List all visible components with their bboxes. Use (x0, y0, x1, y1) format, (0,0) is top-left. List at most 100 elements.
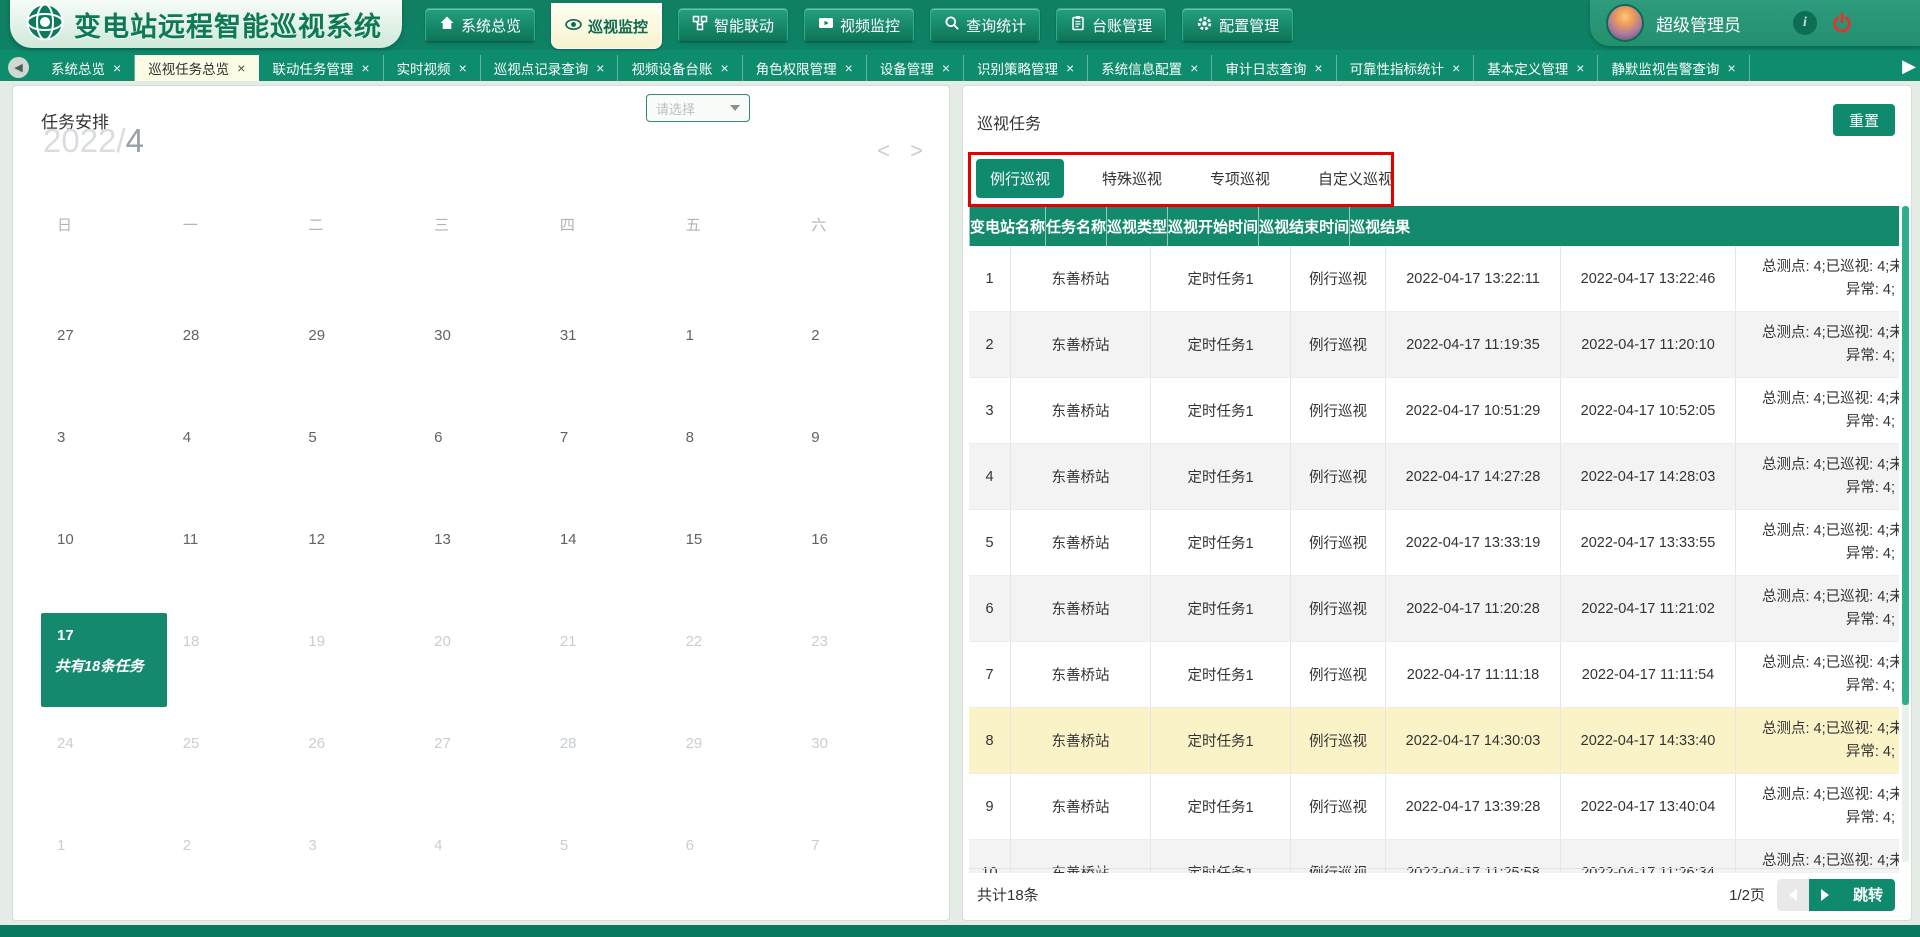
calendar-day-cell[interactable]: 28 (544, 715, 670, 809)
workspace-tab[interactable]: 系统总览 × (38, 55, 135, 81)
calendar-day-cell[interactable]: 30 (795, 715, 921, 809)
power-icon[interactable] (1829, 10, 1855, 36)
calendar-day-cell[interactable]: 24 (41, 715, 167, 809)
reset-button[interactable]: 重置 (1833, 104, 1895, 136)
calendar-day-cell[interactable]: 14 (544, 511, 670, 605)
table-row[interactable]: 4 东善桥站 定时任务1 例行巡视 2022-04-17 14:27:28 20… (969, 444, 1899, 510)
calendar-day-cell[interactable]: 19 (292, 613, 418, 707)
filter-tab[interactable]: 自定义巡视 (1308, 160, 1403, 197)
tabs-scroll-right-icon[interactable]: ▶ (1902, 56, 1916, 77)
station-select[interactable]: 请选择 (646, 94, 750, 122)
user-avatar[interactable] (1606, 4, 1644, 42)
workspace-tab[interactable]: 可靠性指标统计 × (1337, 55, 1475, 81)
workspace-tab[interactable]: 角色权限管理 × (743, 55, 867, 81)
table-row[interactable]: 6 东善桥站 定时任务1 例行巡视 2022-04-17 11:20:28 20… (969, 576, 1899, 642)
calendar-day-cell[interactable]: 5 (292, 409, 418, 503)
next-page-button[interactable] (1809, 879, 1841, 911)
calendar-day-cell[interactable]: 1 (41, 817, 167, 911)
table-row[interactable]: 2 东善桥站 定时任务1 例行巡视 2022-04-17 11:19:35 20… (969, 312, 1899, 378)
tabs-scroll-left-icon[interactable]: ◀ (8, 57, 29, 78)
calendar-day-cell[interactable]: 30 (418, 307, 544, 401)
jump-button[interactable]: 跳转 (1841, 879, 1895, 911)
nav-ledger-management[interactable]: 台账管理 (1056, 8, 1166, 42)
close-icon[interactable]: × (1727, 61, 1735, 75)
table-scrollbar-track[interactable] (1902, 206, 1909, 862)
close-icon[interactable]: × (361, 61, 369, 75)
nav-system-overview[interactable]: 系统总览 (425, 8, 535, 42)
close-icon[interactable]: × (1576, 61, 1584, 75)
workspace-tab[interactable]: 联动任务管理 × (259, 55, 383, 81)
close-icon[interactable]: × (1066, 61, 1074, 75)
table-scrollbar-thumb[interactable] (1902, 206, 1909, 705)
workspace-tab[interactable]: 巡视点记录查询 × (481, 55, 619, 81)
nav-inspection-monitor[interactable]: 巡视监控 (551, 3, 662, 49)
calendar-day-cell[interactable]: 29 (292, 307, 418, 401)
close-icon[interactable]: × (596, 61, 604, 75)
table-row[interactable]: 8 东善桥站 定时任务1 例行巡视 2022-04-17 14:30:03 20… (969, 708, 1899, 774)
next-month-icon[interactable]: > (910, 138, 923, 164)
close-icon[interactable]: × (113, 61, 121, 75)
calendar-day-cell[interactable]: 11 (167, 511, 293, 605)
nav-smart-linkage[interactable]: 智能联动 (678, 8, 788, 42)
table-row[interactable]: 9 东善桥站 定时任务1 例行巡视 2022-04-17 13:39:28 20… (969, 774, 1899, 840)
workspace-tab[interactable]: 识别策略管理 × (964, 55, 1088, 81)
close-icon[interactable]: × (845, 61, 853, 75)
workspace-tab[interactable]: 基本定义管理 × (1474, 55, 1598, 81)
filter-tab[interactable]: 特殊巡视 (1092, 160, 1172, 197)
calendar-day-cell[interactable]: 15 (670, 511, 796, 605)
close-icon[interactable]: × (1314, 61, 1322, 75)
nav-query-stats[interactable]: 查询统计 (930, 8, 1040, 42)
calendar-day-cell[interactable]: 4 (167, 409, 293, 503)
calendar-day-cell[interactable]: 23 (795, 613, 921, 707)
workspace-tab[interactable]: 设备管理 × (867, 55, 964, 81)
calendar-day-cell[interactable]: 16 (795, 511, 921, 605)
close-icon[interactable]: × (942, 61, 950, 75)
calendar-day-cell[interactable]: 7 (544, 409, 670, 503)
calendar-day-cell[interactable]: 27 (41, 307, 167, 401)
calendar-day-cell[interactable]: 17 共有18条任务 (41, 613, 167, 707)
calendar-day-cell[interactable]: 7 (795, 817, 921, 911)
calendar-day-cell[interactable]: 1 (670, 307, 796, 401)
calendar-day-cell[interactable]: 12 (292, 511, 418, 605)
workspace-tab[interactable]: 静默监视告警查询 × (1598, 55, 1749, 81)
filter-tab[interactable]: 例行巡视 (976, 159, 1064, 198)
workspace-tab[interactable]: 视频设备台账 × (618, 55, 742, 81)
close-icon[interactable]: × (1190, 61, 1198, 75)
table-row[interactable]: 1 东善桥站 定时任务1 例行巡视 2022-04-17 13:22:11 20… (969, 246, 1899, 312)
calendar-day-cell[interactable]: 22 (670, 613, 796, 707)
calendar-day-cell[interactable]: 27 (418, 715, 544, 809)
info-icon[interactable]: i (1793, 11, 1817, 35)
calendar-day-cell[interactable]: 2 (795, 307, 921, 401)
calendar-day-cell[interactable]: 2 (167, 817, 293, 911)
nav-config-management[interactable]: 配置管理 (1182, 8, 1293, 42)
calendar-day-cell[interactable]: 26 (292, 715, 418, 809)
calendar-day-cell[interactable]: 5 (544, 817, 670, 911)
table-row[interactable]: 5 东善桥站 定时任务1 例行巡视 2022-04-17 13:33:19 20… (969, 510, 1899, 576)
calendar-day-cell[interactable]: 13 (418, 511, 544, 605)
prev-month-icon[interactable]: < (877, 138, 890, 164)
close-icon[interactable]: × (237, 61, 245, 75)
workspace-tab[interactable]: 审计日志查询 × (1212, 55, 1336, 81)
calendar-day-cell[interactable]: 3 (41, 409, 167, 503)
calendar-day-cell[interactable]: 6 (418, 409, 544, 503)
calendar-day-cell[interactable]: 9 (795, 409, 921, 503)
calendar-day-cell[interactable]: 6 (670, 817, 796, 911)
calendar-day-cell[interactable]: 31 (544, 307, 670, 401)
calendar-day-cell[interactable]: 20 (418, 613, 544, 707)
calendar-day-cell[interactable]: 29 (670, 715, 796, 809)
workspace-tab[interactable]: 实时视频 × (384, 55, 481, 81)
close-icon[interactable]: × (1452, 61, 1460, 75)
calendar-day-cell[interactable]: 3 (292, 817, 418, 911)
calendar-day-cell[interactable]: 18 (167, 613, 293, 707)
nav-video-monitor[interactable]: 视频监控 (804, 8, 914, 42)
table-row[interactable]: 7 东善桥站 定时任务1 例行巡视 2022-04-17 11:11:18 20… (969, 642, 1899, 708)
calendar-day-cell[interactable]: 8 (670, 409, 796, 503)
close-icon[interactable]: × (720, 61, 728, 75)
calendar-day-cell[interactable]: 25 (167, 715, 293, 809)
workspace-tab[interactable]: 巡视任务总览 × (135, 55, 259, 81)
close-icon[interactable]: × (459, 61, 467, 75)
filter-tab[interactable]: 专项巡视 (1200, 160, 1280, 197)
calendar-day-cell[interactable]: 21 (544, 613, 670, 707)
calendar-day-cell[interactable]: 10 (41, 511, 167, 605)
workspace-tab[interactable]: 系统信息配置 × (1088, 55, 1212, 81)
